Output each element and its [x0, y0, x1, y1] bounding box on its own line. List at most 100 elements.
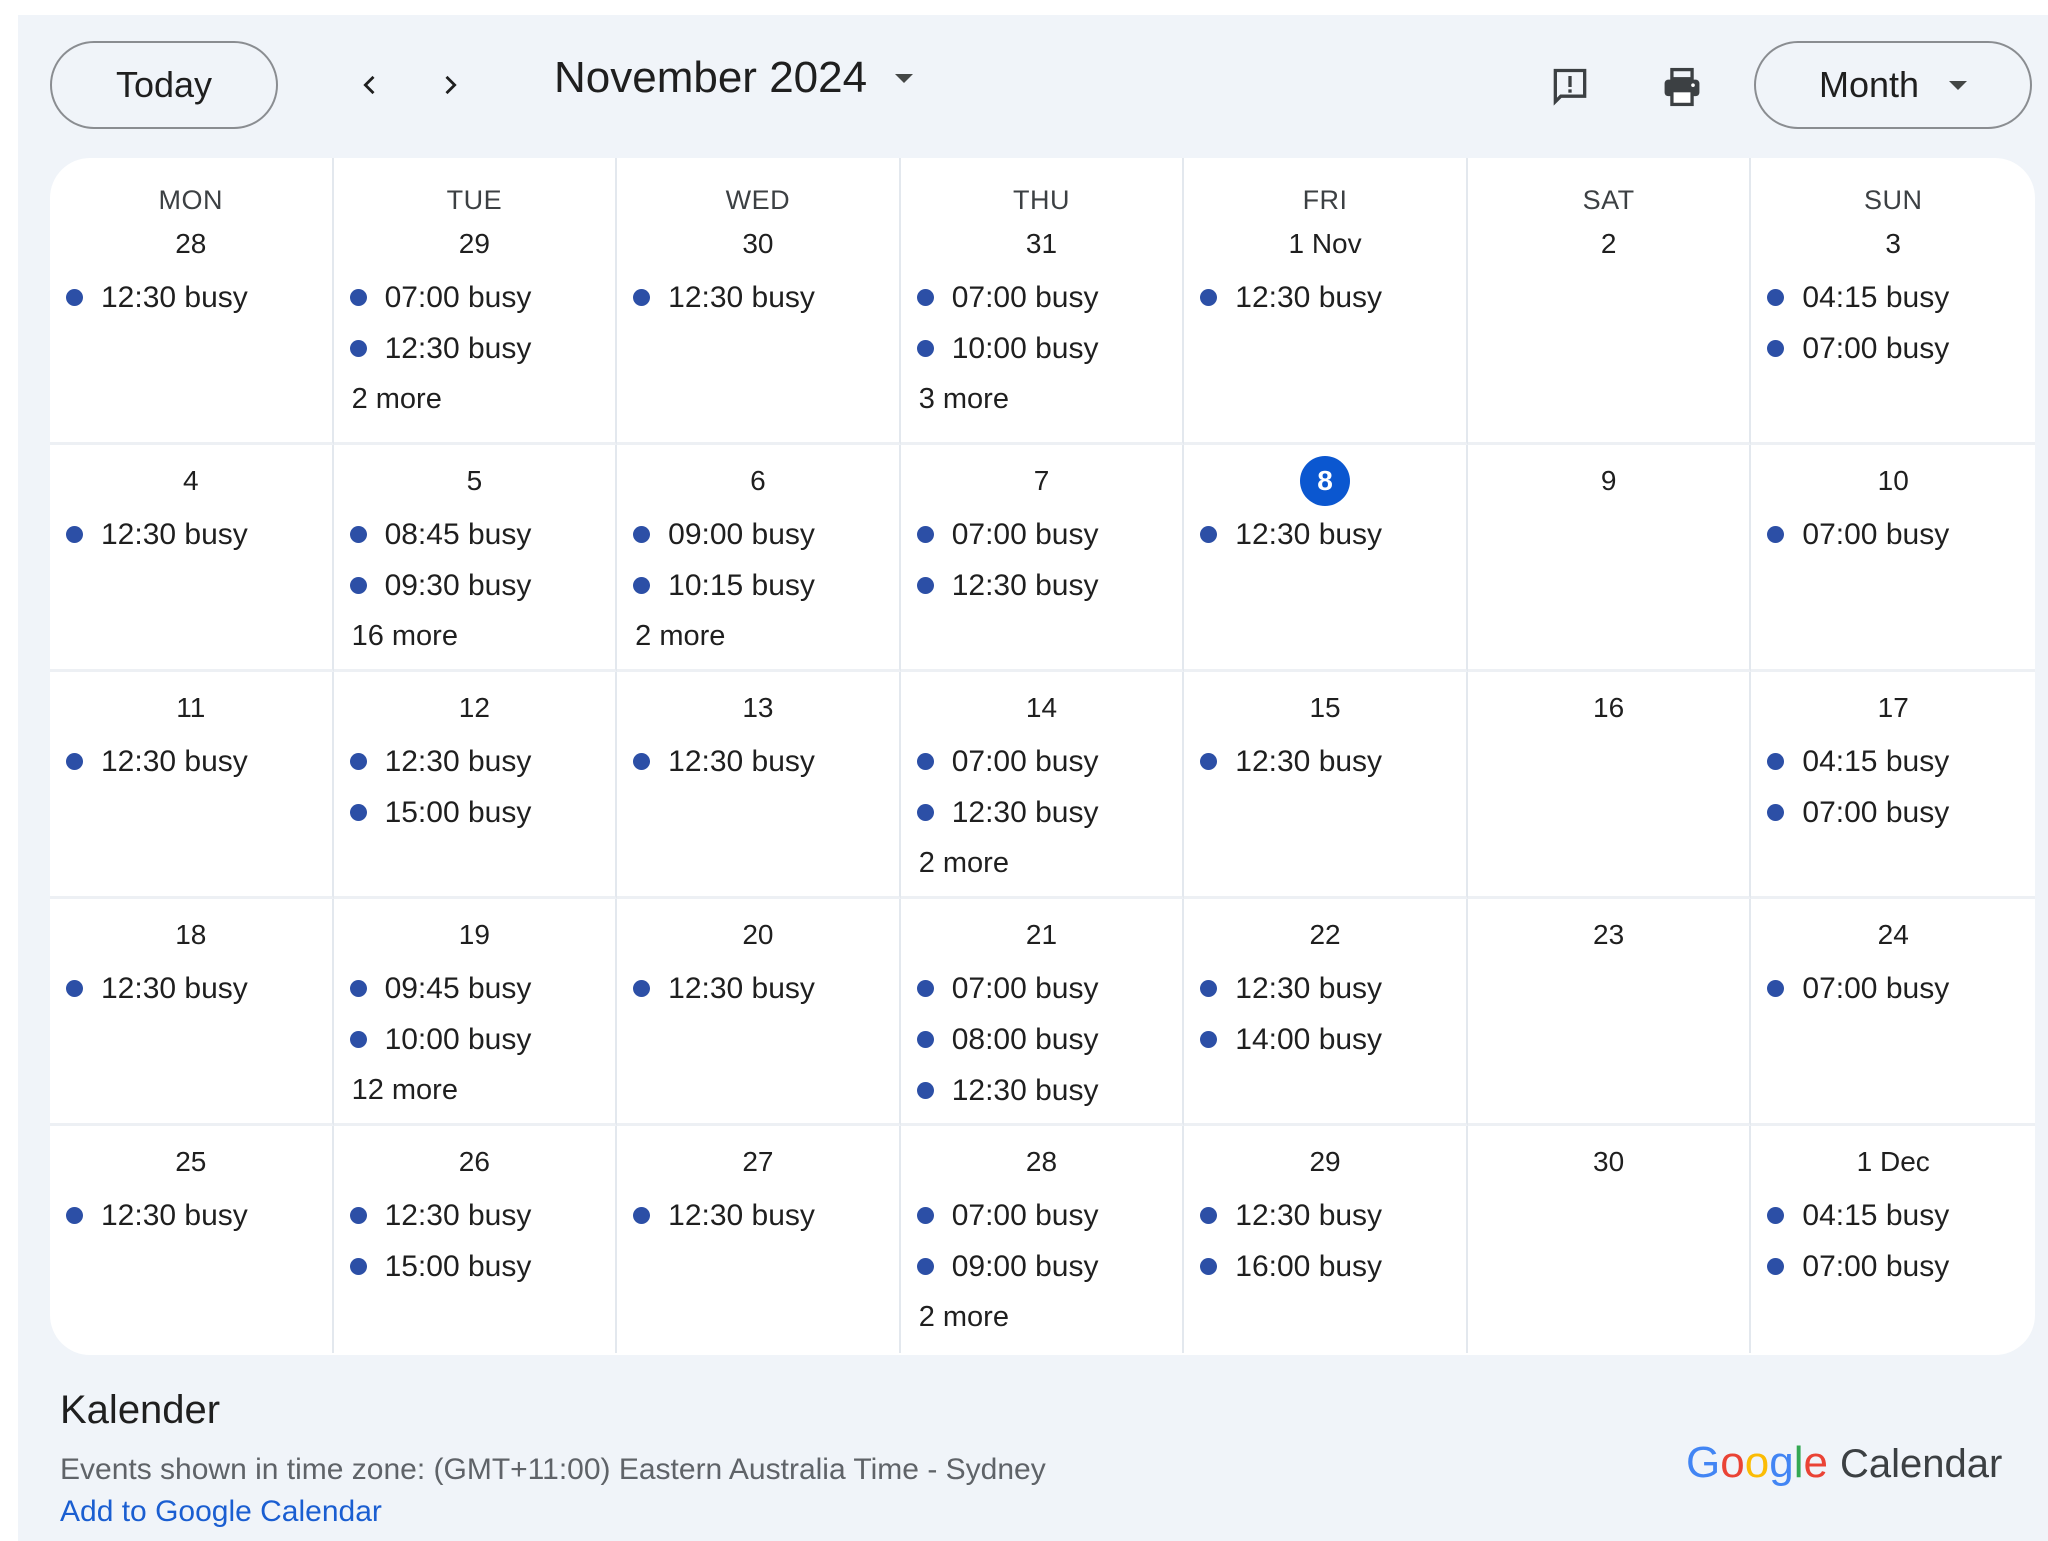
day-cell[interactable]: 24 07:00 busy [1751, 899, 2035, 1126]
more-events-link[interactable]: 3 more [901, 374, 1183, 424]
day-cell[interactable]: 23 [1467, 899, 1752, 1126]
day-cell[interactable]: 25 12:30 busy [50, 1126, 334, 1353]
event-item[interactable]: 08:00 busy [901, 1014, 1183, 1065]
day-cell[interactable]: 7 07:00 busy 12:30 busy [900, 445, 1185, 672]
google-calendar-logo[interactable]: Google Calendar [1686, 1438, 2002, 1488]
view-select-dropdown[interactable]: Month [1754, 41, 2032, 129]
day-cell[interactable]: 30 [1468, 1126, 1752, 1353]
day-cell[interactable]: 20 12:30 busy [617, 899, 901, 1126]
more-events-link[interactable]: 2 more [901, 1292, 1183, 1342]
day-cell[interactable]: 1 Dec 04:15 busy 07:00 busy [1751, 1126, 2035, 1353]
event-item[interactable]: 08:45 busy [334, 509, 616, 560]
day-cell[interactable]: 19 09:45 busy 10:00 busy 12 more [333, 899, 618, 1126]
day-cell[interactable]: FRI 1 Nov 12:30 busy [1184, 158, 1468, 445]
day-cell[interactable]: THU 31 07:00 busy 10:00 busy 3 more [900, 158, 1185, 445]
event-item[interactable]: 12:30 busy [901, 787, 1183, 838]
event-item[interactable]: 16:00 busy [1184, 1241, 1466, 1292]
event-item[interactable]: 04:15 busy [1751, 1190, 2035, 1241]
next-month-button[interactable] [420, 55, 480, 115]
day-cell[interactable]: 16 [1467, 672, 1752, 899]
event-item[interactable]: 04:15 busy [1751, 272, 2035, 323]
more-events-link[interactable]: 2 more [901, 838, 1183, 888]
event-item[interactable]: 09:00 busy [901, 1241, 1183, 1292]
event-item[interactable]: 15:00 busy [334, 787, 616, 838]
event-item[interactable]: 12:30 busy [901, 560, 1183, 611]
event-item[interactable]: 07:00 busy [901, 1190, 1183, 1241]
day-cell[interactable]: 10 07:00 busy [1751, 445, 2035, 672]
day-cell[interactable]: 21 07:00 busy 08:00 busy 12:30 busy [900, 899, 1185, 1126]
day-cell[interactable]: 15 12:30 busy [1184, 672, 1468, 899]
event-item[interactable]: 12:30 busy [50, 963, 332, 1014]
event-item[interactable]: 07:00 busy [901, 272, 1183, 323]
more-events-link[interactable]: 12 more [334, 1065, 616, 1115]
event-item[interactable]: 07:00 busy [1751, 963, 2035, 1014]
month-title-dropdown[interactable]: November 2024 [554, 53, 914, 103]
day-cell[interactable]: 11 12:30 busy [50, 672, 334, 899]
event-item[interactable]: 12:30 busy [1184, 1190, 1466, 1241]
today-button[interactable]: Today [50, 41, 278, 129]
add-to-google-calendar-link[interactable]: Add to Google Calendar [60, 1495, 382, 1529]
event-item[interactable]: 12:30 busy [334, 1190, 616, 1241]
event-item[interactable]: 07:00 busy [901, 963, 1183, 1014]
event-item[interactable]: 14:00 busy [1184, 1014, 1466, 1065]
day-cell[interactable]: 5 08:45 busy 09:30 busy 16 more [333, 445, 618, 672]
day-cell[interactable]: 6 09:00 busy 10:15 busy 2 more [617, 445, 901, 672]
event-item[interactable]: 15:00 busy [334, 1241, 616, 1292]
event-item[interactable]: 07:00 busy [901, 736, 1183, 787]
more-events-link[interactable]: 2 more [617, 611, 899, 661]
event-item[interactable]: 07:00 busy [1751, 509, 2035, 560]
day-cell[interactable]: 17 04:15 busy 07:00 busy [1751, 672, 2035, 899]
event-item[interactable]: 10:00 busy [901, 323, 1183, 374]
event-item[interactable]: 12:30 busy [1184, 272, 1466, 323]
day-cell[interactable]: 14 07:00 busy 12:30 busy 2 more [900, 672, 1185, 899]
event-item[interactable]: 07:00 busy [334, 272, 616, 323]
event-item[interactable]: 12:30 busy [50, 509, 332, 560]
day-cell[interactable]: 8 12:30 busy [1184, 445, 1468, 672]
event-item[interactable]: 12:30 busy [50, 272, 332, 323]
day-cell[interactable]: 13 12:30 busy [617, 672, 901, 899]
event-item[interactable]: 12:30 busy [334, 323, 616, 374]
more-events-link[interactable]: 16 more [334, 611, 616, 661]
day-cell[interactable]: SUN 3 04:15 busy 07:00 busy [1751, 158, 2035, 445]
event-item[interactable]: 12:30 busy [1184, 736, 1466, 787]
event-item[interactable]: 07:00 busy [901, 509, 1183, 560]
event-item[interactable]: 12:30 busy [50, 1190, 332, 1241]
event-item[interactable]: 12:30 busy [1184, 963, 1466, 1014]
event-list: 04:15 busy 07:00 busy [1751, 272, 2035, 374]
feedback-button[interactable] [1542, 59, 1598, 115]
event-item[interactable]: 12:30 busy [617, 963, 899, 1014]
day-cell[interactable]: 22 12:30 busy 14:00 busy [1184, 899, 1468, 1126]
event-item[interactable]: 10:00 busy [334, 1014, 616, 1065]
event-item[interactable]: 12:30 busy [617, 736, 899, 787]
print-button[interactable] [1654, 59, 1710, 115]
event-item[interactable]: 09:00 busy [617, 509, 899, 560]
day-cell[interactable]: SAT 2 [1467, 158, 1752, 445]
day-cell[interactable]: 28 07:00 busy 09:00 busy 2 more [901, 1126, 1185, 1353]
day-cell[interactable]: 9 [1467, 445, 1752, 672]
event-item[interactable]: 09:45 busy [334, 963, 616, 1014]
event-item[interactable]: 07:00 busy [1751, 787, 2035, 838]
event-label: 12:30 busy [668, 280, 815, 314]
event-item[interactable]: 12:30 busy [334, 736, 616, 787]
day-cell[interactable]: 18 12:30 busy [50, 899, 334, 1126]
event-item[interactable]: 12:30 busy [50, 736, 332, 787]
day-cell[interactable]: 12 12:30 busy 15:00 busy [333, 672, 618, 899]
event-item[interactable]: 12:30 busy [1184, 509, 1466, 560]
day-cell[interactable]: WED 30 12:30 busy [617, 158, 901, 445]
event-item[interactable]: 07:00 busy [1751, 323, 2035, 374]
more-events-link[interactable]: 2 more [334, 374, 616, 424]
previous-month-button[interactable] [340, 55, 400, 115]
event-item[interactable]: 09:30 busy [334, 560, 616, 611]
day-cell[interactable]: 4 12:30 busy [50, 445, 334, 672]
event-item[interactable]: 12:30 busy [617, 272, 899, 323]
event-item[interactable]: 07:00 busy [1751, 1241, 2035, 1292]
event-item[interactable]: 12:30 busy [617, 1190, 899, 1241]
event-item[interactable]: 10:15 busy [617, 560, 899, 611]
day-cell[interactable]: 27 12:30 busy [617, 1126, 901, 1353]
day-cell[interactable]: MON 28 12:30 busy [50, 158, 334, 445]
day-cell[interactable]: 29 12:30 busy 16:00 busy [1184, 1126, 1468, 1353]
day-cell[interactable]: TUE 29 07:00 busy 12:30 busy 2 more [333, 158, 618, 445]
event-item[interactable]: 04:15 busy [1751, 736, 2035, 787]
day-cell[interactable]: 26 12:30 busy 15:00 busy [334, 1126, 618, 1353]
event-item[interactable]: 12:30 busy [901, 1065, 1183, 1116]
